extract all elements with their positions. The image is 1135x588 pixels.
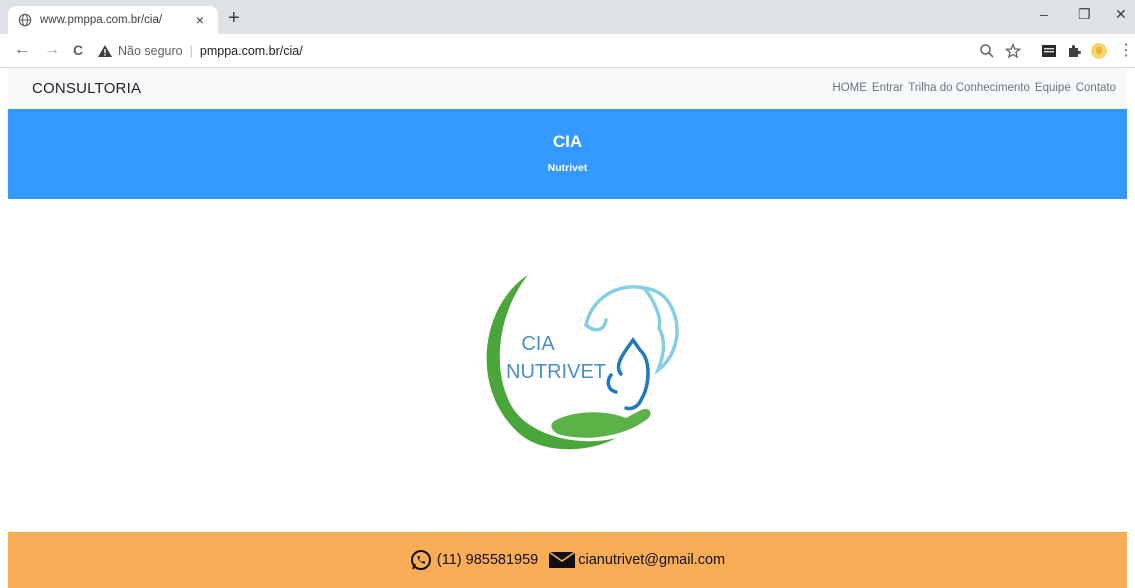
globe-icon — [18, 13, 32, 27]
nav-link-contato[interactable]: Contato — [1076, 82, 1116, 94]
logo-text-cia: CIA — [521, 333, 555, 355]
url-text: pmppa.com.br/cia/ — [199, 44, 303, 58]
tab-strip: www.pmppa.com.br/cia/ × + – ❐ ✕ — [0, 0, 1135, 34]
new-tab-button[interactable]: + — [228, 8, 240, 28]
minimize-button[interactable]: – — [1040, 6, 1048, 22]
whatsapp-icon — [410, 550, 431, 570]
tab-title: www.pmppa.com.br/cia/ — [40, 14, 163, 26]
star-icon[interactable] — [1005, 43, 1021, 59]
mail-icon — [548, 551, 576, 568]
puzzle-icon[interactable] — [1066, 43, 1082, 59]
warning-icon — [98, 45, 112, 57]
footer-email[interactable]: cianutrivet@gmail.com — [578, 552, 725, 568]
profile-icon[interactable] — [1091, 43, 1107, 59]
footer-phone: (11) 985581959 — [436, 552, 539, 568]
restore-button[interactable]: ❐ — [1078, 6, 1091, 23]
logo-green-hand — [551, 409, 651, 438]
nav-link-trilha[interactable]: Trilha do Conhecimento — [908, 82, 1030, 94]
nav-link-equipe[interactable]: Equipe — [1035, 82, 1071, 94]
nav-links: HOME Entrar Trilha do Conhecimento Equip… — [832, 82, 1116, 94]
tab-close-icon[interactable]: × — [192, 12, 208, 28]
logo-text-nutrivet: NUTRIVET — [506, 361, 606, 383]
address-bar[interactable]: Não seguro | pmppa.com.br/cia/ — [98, 39, 1033, 63]
site-navbar: CONSULTORIA HOME Entrar Trilha do Conhec… — [8, 68, 1127, 109]
url-separator: | — [189, 44, 193, 58]
hero-banner: CIA Nutrivet — [8, 109, 1127, 199]
cia-nutrivet-logo: CIA NUTRIVET — [486, 275, 679, 450]
browser-tab[interactable]: www.pmppa.com.br/cia/ × — [8, 6, 218, 34]
hero-subtitle: Nutrivet — [547, 162, 588, 174]
nav-link-home[interactable]: HOME — [832, 82, 867, 94]
browser-toolbar: ← → C Não seguro | pmppa.com.br/cia/ ⋮ — [0, 34, 1135, 68]
logo-cat-outline — [606, 336, 650, 411]
hero-title: CIA — [552, 132, 583, 151]
security-label: Não seguro — [118, 44, 183, 58]
reload-button[interactable]: C — [73, 42, 83, 58]
zoom-icon[interactable] — [979, 43, 995, 59]
navbar-brand[interactable]: CONSULTORIA — [32, 80, 141, 97]
extension-icon[interactable] — [1041, 43, 1057, 59]
browser-menu-icon[interactable]: ⋮ — [1118, 43, 1134, 59]
close-window-button[interactable]: ✕ — [1115, 6, 1127, 23]
nav-link-entrar[interactable]: Entrar — [872, 82, 903, 94]
contact-footer: (11) 985581959 cianutrivet@gmail.com — [8, 532, 1127, 588]
back-button[interactable]: ← — [14, 42, 30, 58]
logo-dog-outline — [584, 285, 679, 375]
forward-button[interactable]: → — [44, 42, 60, 58]
